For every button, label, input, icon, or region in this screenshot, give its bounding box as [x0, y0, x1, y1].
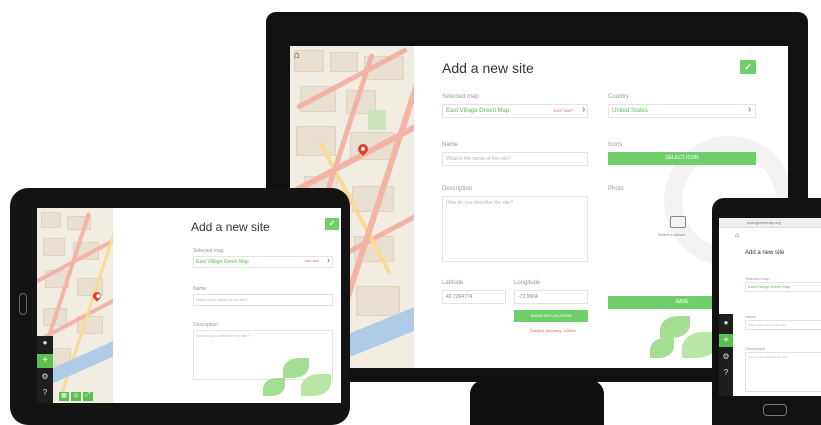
- show-location-button[interactable]: SHOW MY LOCATION: [514, 310, 588, 322]
- phone-home-button[interactable]: [763, 404, 787, 416]
- help-icon[interactable]: ?: [719, 368, 733, 377]
- longitude-label: Longitude: [514, 280, 541, 286]
- save-check-button[interactable]: ✓: [740, 60, 756, 74]
- latitude-input[interactable]: 40.7264774: [442, 290, 506, 304]
- map-toolbar: ▦ ◎ ⤢: [59, 392, 93, 401]
- select-icon-button[interactable]: SELECT ICON: [608, 152, 756, 165]
- selected-map-label: Selected map: [745, 276, 770, 281]
- tablet-device: ● + ⚙ ? ▦ ◎ ⤢ Add a new site ✓ Selected …: [10, 188, 350, 425]
- selected-map-value: East Village Green Map: [748, 284, 791, 289]
- longitude-input[interactable]: -73.9904: [514, 290, 588, 304]
- leaf-decoration: [263, 378, 285, 396]
- save-check-button[interactable]: ✓: [325, 218, 339, 230]
- photo-label: Photo: [608, 186, 624, 192]
- phone-screen: opengreenmap.org ● + ⚙ ? ⌂ Add a new sit…: [719, 218, 821, 396]
- name-input[interactable]: What is the name of the site?: [193, 294, 333, 306]
- description-label: Description: [193, 322, 219, 328]
- country-field[interactable]: United States: [608, 104, 756, 118]
- chevron-right-icon[interactable]: ›: [582, 104, 585, 115]
- selected-map-label: Selected map: [442, 94, 479, 100]
- plus-icon[interactable]: +: [37, 354, 53, 368]
- leaf-decoration: [660, 316, 690, 338]
- name-label: Name: [745, 314, 756, 319]
- name-input[interactable]: What is the name of the site?: [442, 152, 588, 166]
- description-textarea[interactable]: How do you describe the site?: [442, 196, 588, 262]
- tablet-home-button[interactable]: [19, 293, 27, 315]
- edit-map-badge[interactable]: EDIT MAP: [305, 259, 319, 263]
- name-input[interactable]: What is the name of the site?: [745, 320, 821, 330]
- chevron-right-icon[interactable]: ›: [748, 104, 751, 115]
- locate-icon[interactable]: ◎: [71, 392, 81, 401]
- page-title: Add a new site: [442, 60, 534, 76]
- user-icon[interactable]: ●: [719, 318, 733, 327]
- tablet-screen: ● + ⚙ ? ▦ ◎ ⤢ Add a new site ✓ Selected …: [37, 208, 341, 403]
- description-label: Description: [745, 346, 766, 351]
- settings-icon[interactable]: ⚙: [719, 352, 733, 361]
- selected-map-label: Selected map: [193, 248, 224, 254]
- fullscreen-icon[interactable]: ⤢: [83, 392, 93, 401]
- settings-icon[interactable]: ⚙: [37, 372, 53, 381]
- edit-map-badge[interactable]: EDIT MAP: [554, 108, 573, 113]
- name-label: Name: [193, 286, 207, 292]
- device-mockup-stage: ⌂ Add a new site ✓ Selected map East Vil…: [0, 0, 821, 425]
- home-icon[interactable]: ⌂: [294, 50, 300, 61]
- add-site-form: ⌂ Add a new site Selected map East Villa…: [733, 228, 821, 396]
- layers-icon[interactable]: ▦: [59, 392, 69, 401]
- selected-map-field[interactable]: East Village Green Map: [745, 282, 821, 292]
- phone-device: opengreenmap.org ● + ⚙ ? ⌂ Add a new sit…: [712, 198, 821, 425]
- url-text: opengreenmap.org: [747, 220, 781, 225]
- select-picture-link[interactable]: Select a picture: [658, 232, 686, 237]
- name-label: Name: [442, 142, 459, 148]
- home-icon[interactable]: ⌂: [735, 232, 739, 239]
- latitude-label: Latitude: [442, 280, 464, 286]
- description-label: Description: [442, 186, 473, 192]
- description-textarea[interactable]: How do you describe the site?: [193, 330, 333, 380]
- leaf-decoration: [650, 338, 674, 358]
- page-title: Add a new site: [745, 250, 785, 256]
- selected-map-value: East Village Green Map: [196, 259, 249, 265]
- country-label: Country: [608, 94, 630, 100]
- description-textarea[interactable]: How do you describe the site?: [745, 352, 821, 392]
- sidebar: ● + ⚙ ?: [37, 336, 53, 403]
- chevron-right-icon[interactable]: ›: [327, 255, 330, 265]
- add-site-form: Add a new site ✓ Selected map East Villa…: [113, 208, 341, 403]
- accuracy-note: Position accuracy: 1200m: [530, 328, 576, 333]
- sidebar: ● + ⚙ ?: [719, 314, 733, 396]
- image-icon[interactable]: [670, 216, 686, 228]
- page-title: Add a new site: [191, 220, 270, 234]
- user-icon[interactable]: ●: [37, 338, 53, 347]
- selected-map-value: East Village Green Map: [446, 108, 510, 114]
- leaf-decoration: [301, 374, 331, 396]
- icons-label: Icons: [608, 142, 623, 148]
- monitor-stand: [470, 380, 604, 425]
- help-icon[interactable]: ?: [37, 388, 53, 397]
- plus-icon[interactable]: +: [719, 334, 733, 347]
- address-bar[interactable]: opengreenmap.org: [719, 218, 821, 228]
- country-value: United States: [612, 108, 649, 114]
